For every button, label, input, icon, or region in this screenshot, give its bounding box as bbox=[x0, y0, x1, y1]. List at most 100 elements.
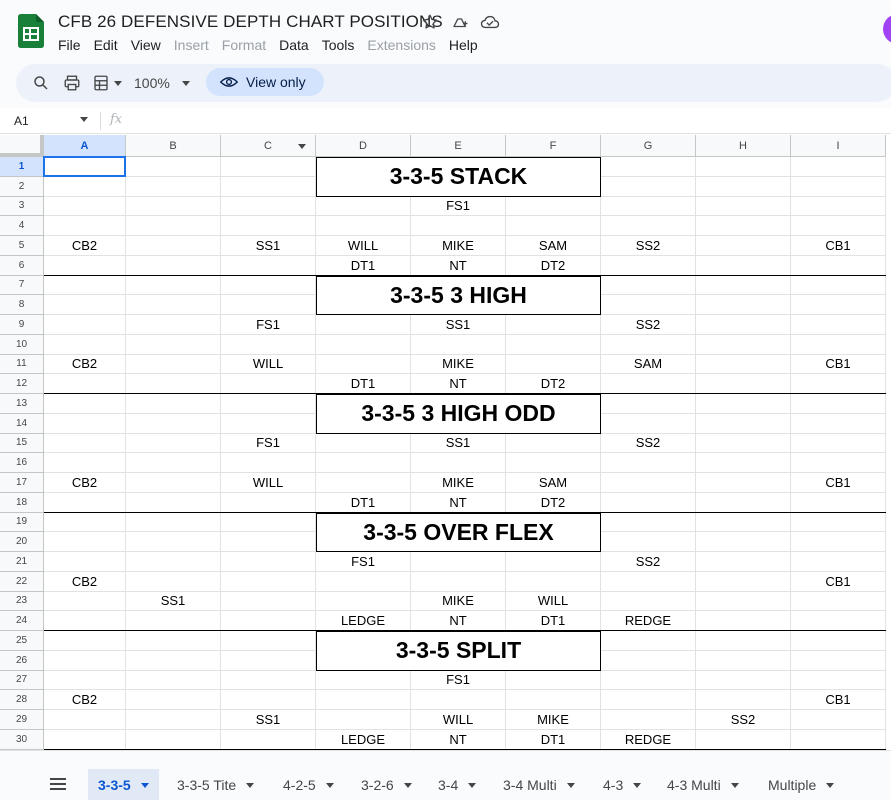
grid-cell[interactable] bbox=[221, 453, 316, 473]
grid-cell[interactable] bbox=[221, 729, 316, 750]
grid-cell[interactable] bbox=[506, 354, 601, 375]
grid-cell[interactable] bbox=[44, 512, 126, 533]
row-header[interactable]: 1 bbox=[0, 157, 44, 177]
grid-cell[interactable] bbox=[696, 196, 791, 217]
column-header-e[interactable]: E bbox=[411, 135, 506, 157]
grid-cell[interactable] bbox=[126, 334, 221, 355]
row-header[interactable]: 12 bbox=[0, 374, 44, 394]
sheets-logo-icon[interactable] bbox=[18, 14, 44, 48]
grid-cell[interactable] bbox=[696, 650, 791, 671]
grid-cell-value[interactable]: DT2 bbox=[506, 256, 601, 276]
grid-cell-value[interactable]: WILL bbox=[221, 355, 316, 375]
grid-cell[interactable] bbox=[316, 690, 411, 710]
grid-cell[interactable] bbox=[316, 473, 411, 493]
grid-cell[interactable] bbox=[411, 334, 506, 355]
grid-cell[interactable] bbox=[221, 374, 316, 394]
grid-cell[interactable] bbox=[696, 433, 791, 454]
grid-cell[interactable] bbox=[506, 453, 601, 473]
grid-cell[interactable] bbox=[601, 157, 696, 177]
grid-cell[interactable] bbox=[506, 433, 601, 454]
grid-cell-value[interactable]: NT bbox=[411, 493, 506, 513]
grid-cell[interactable] bbox=[696, 275, 791, 296]
grid-cell[interactable] bbox=[791, 196, 886, 217]
grid-cell[interactable] bbox=[126, 157, 221, 177]
grid-cell[interactable] bbox=[126, 611, 221, 631]
grid-cell-value[interactable]: CB1 bbox=[791, 690, 886, 710]
grid-cell[interactable] bbox=[126, 236, 221, 256]
grid-cell-value[interactable]: SS2 bbox=[601, 315, 696, 335]
grid-cell[interactable] bbox=[791, 216, 886, 236]
grid-cell-value[interactable]: MIKE bbox=[506, 710, 601, 730]
menu-edit[interactable]: Edit bbox=[94, 37, 125, 53]
grid-cell[interactable] bbox=[601, 571, 696, 592]
sheet-tab[interactable]: 4-2-5 bbox=[273, 769, 344, 800]
grid-cell[interactable] bbox=[506, 334, 601, 355]
grid-cell[interactable] bbox=[696, 473, 791, 493]
row-header[interactable]: 13 bbox=[0, 394, 44, 414]
sheet-tab[interactable]: 4-3 Multi bbox=[657, 769, 749, 800]
grid-cell[interactable] bbox=[126, 295, 221, 315]
grid-cell[interactable] bbox=[221, 571, 316, 592]
grid-cell[interactable] bbox=[791, 255, 886, 276]
grid-cell[interactable] bbox=[126, 729, 221, 750]
grid-cell[interactable] bbox=[696, 670, 791, 691]
grid-cell[interactable] bbox=[696, 492, 791, 513]
select-all-corner[interactable] bbox=[0, 135, 44, 157]
row-header[interactable]: 20 bbox=[0, 532, 44, 552]
grid-cell-value[interactable]: CB2 bbox=[44, 236, 126, 256]
grid-cell[interactable] bbox=[126, 473, 221, 493]
grid-cell-value[interactable]: SS1 bbox=[411, 315, 506, 335]
grid-cell[interactable] bbox=[316, 433, 411, 454]
grid-cell[interactable] bbox=[696, 315, 791, 335]
grid-cell[interactable] bbox=[126, 552, 221, 572]
grid-cell[interactable] bbox=[221, 512, 316, 533]
row-header[interactable]: 5 bbox=[0, 236, 44, 256]
grid-cell[interactable] bbox=[601, 394, 696, 414]
grid-cell[interactable] bbox=[221, 532, 316, 552]
grid-cell[interactable] bbox=[791, 631, 886, 651]
grid-cell-value[interactable]: DT2 bbox=[506, 493, 601, 513]
grid-cell[interactable] bbox=[44, 374, 126, 394]
grid-cell[interactable] bbox=[601, 512, 696, 533]
grid-cell[interactable] bbox=[126, 394, 221, 414]
grid-cell[interactable] bbox=[44, 591, 126, 612]
grid-cell[interactable] bbox=[316, 591, 411, 612]
menu-tools[interactable]: Tools bbox=[322, 37, 362, 53]
grid-cell[interactable] bbox=[506, 315, 601, 335]
search-icon[interactable] bbox=[32, 64, 50, 102]
grid-cell[interactable] bbox=[316, 216, 411, 236]
grid-cell[interactable] bbox=[696, 591, 791, 612]
sheet-tab[interactable]: 3-4 bbox=[428, 769, 486, 800]
grid-cell[interactable] bbox=[44, 552, 126, 572]
grid-cell[interactable] bbox=[696, 532, 791, 552]
grid-cell[interactable] bbox=[126, 571, 221, 592]
grid-cell[interactable] bbox=[126, 176, 221, 197]
column-header-h[interactable]: H bbox=[696, 135, 791, 157]
grid-cell[interactable] bbox=[506, 196, 601, 217]
sheet-tab[interactable]: 4-3 bbox=[593, 769, 651, 800]
grid-cell[interactable] bbox=[791, 650, 886, 671]
grid-cell[interactable] bbox=[221, 631, 316, 651]
grid-cell[interactable] bbox=[506, 216, 601, 236]
grid-cell-value[interactable]: DT1 bbox=[316, 374, 411, 394]
grid-cell[interactable] bbox=[791, 157, 886, 177]
column-header-b[interactable]: B bbox=[126, 135, 221, 157]
format-icon[interactable] bbox=[92, 64, 122, 102]
formation-title[interactable]: 3-3-5 STACK bbox=[316, 157, 601, 197]
grid-cell-value[interactable]: CB2 bbox=[44, 690, 126, 710]
grid-cell[interactable] bbox=[696, 295, 791, 315]
row-header[interactable]: 27 bbox=[0, 670, 44, 691]
grid-cell[interactable] bbox=[44, 453, 126, 473]
grid-cell[interactable] bbox=[601, 690, 696, 710]
chevron-down-icon[interactable] bbox=[246, 782, 255, 788]
row-header[interactable]: 30 bbox=[0, 729, 44, 750]
grid-cell[interactable] bbox=[316, 196, 411, 217]
grid-cell-value[interactable]: LEDGE bbox=[316, 611, 411, 631]
grid-cell[interactable] bbox=[791, 492, 886, 513]
grid-cell[interactable] bbox=[601, 374, 696, 394]
menu-data[interactable]: Data bbox=[279, 37, 316, 53]
spreadsheet-grid[interactable]: A B C D E F G H I 1 2 3 4 5 6 7 8 9 10 11 12 13 14 15 16 17 18 19 20… bbox=[0, 135, 891, 750]
formation-title[interactable]: 3-3-5 SPLIT bbox=[316, 631, 601, 671]
grid-cell-value[interactable]: MIKE bbox=[411, 355, 506, 375]
column-header-i[interactable]: I bbox=[791, 135, 886, 157]
